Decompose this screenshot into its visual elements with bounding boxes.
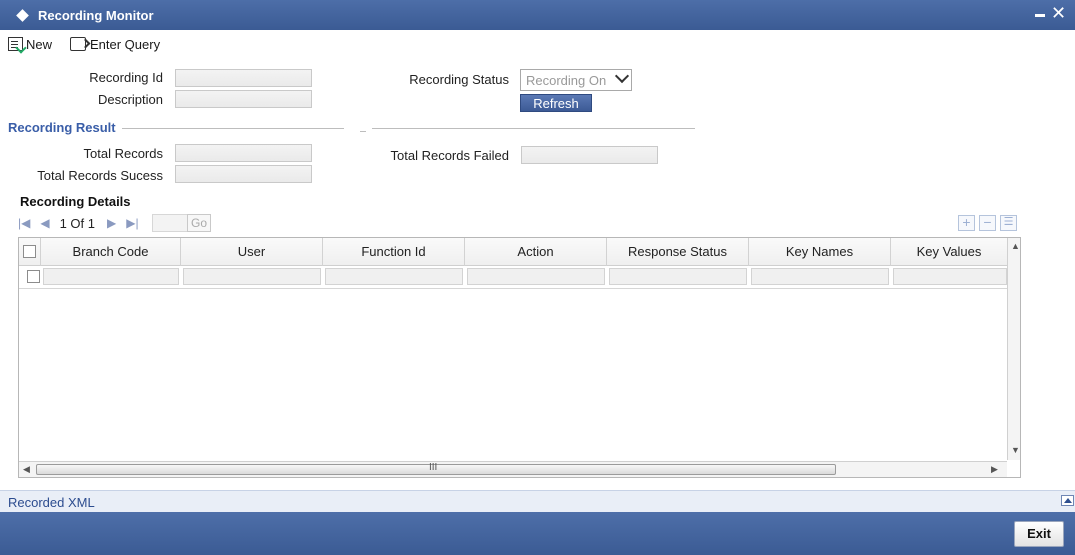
recording-details-grid: Branch Code User Function Id Action Resp… bbox=[18, 237, 1021, 478]
pager: |◀ ◀ 1 Of 1 ▶ ▶| bbox=[18, 214, 139, 232]
recording-id-label: Recording Id bbox=[89, 70, 163, 85]
recorded-xml-link[interactable]: Recorded XML bbox=[8, 495, 95, 510]
last-page-icon[interactable]: ▶| bbox=[126, 216, 138, 230]
toolbar: New Enter Query bbox=[0, 34, 300, 54]
description-field[interactable] bbox=[175, 90, 312, 108]
close-icon[interactable]: ✕ bbox=[1051, 3, 1066, 23]
section-divider-right bbox=[372, 128, 695, 129]
total-records-failed-field[interactable] bbox=[521, 146, 658, 164]
recording-status-value: Recording On bbox=[526, 73, 607, 88]
column-header-key-names[interactable]: Key Names bbox=[749, 238, 891, 266]
recording-result-title: Recording Result bbox=[8, 120, 116, 135]
branch-code-cell[interactable] bbox=[43, 268, 179, 285]
scroll-thumb[interactable]: III bbox=[36, 462, 836, 475]
vertical-scrollbar[interactable]: ▲ ▼ bbox=[1007, 238, 1020, 460]
new-icon bbox=[8, 37, 23, 51]
column-header-branch-code[interactable]: Branch Code bbox=[41, 238, 181, 266]
user-cell[interactable] bbox=[183, 268, 321, 285]
scroll-grip: III bbox=[429, 462, 438, 473]
action-cell[interactable] bbox=[467, 268, 605, 285]
description-label: Description bbox=[97, 92, 163, 107]
footer-bar: Exit bbox=[0, 512, 1075, 555]
minimize-icon[interactable] bbox=[1035, 14, 1045, 17]
row-divider bbox=[19, 288, 1007, 289]
new-button[interactable]: New bbox=[8, 34, 52, 54]
row-checkbox[interactable] bbox=[27, 270, 40, 283]
enter-query-label: Enter Query bbox=[90, 36, 161, 52]
column-header-user[interactable]: User bbox=[181, 238, 323, 266]
column-header-response-status[interactable]: Response Status bbox=[607, 238, 749, 266]
prev-page-icon[interactable]: ◀ bbox=[40, 216, 49, 230]
scroll-left-icon[interactable]: ◀ bbox=[23, 464, 30, 475]
column-header-key-values[interactable]: Key Values bbox=[891, 238, 1007, 266]
scroll-up-icon[interactable]: ▲ bbox=[1011, 241, 1020, 251]
column-header-function-id[interactable]: Function Id bbox=[323, 238, 465, 266]
enter-query-icon bbox=[70, 37, 86, 51]
total-records-success-label: Total Records Sucess bbox=[37, 168, 163, 183]
scroll-down-icon[interactable]: ▼ bbox=[1011, 445, 1020, 455]
window-title: Recording Monitor bbox=[38, 8, 154, 23]
enter-query-button[interactable]: Enter Query bbox=[70, 34, 160, 54]
next-page-icon[interactable]: ▶ bbox=[107, 216, 116, 230]
scroll-right-icon[interactable]: ▶ bbox=[991, 464, 998, 475]
key-values-cell[interactable] bbox=[893, 268, 1007, 285]
new-label: New bbox=[26, 36, 53, 52]
select-all-checkbox[interactable] bbox=[23, 245, 36, 258]
key-names-cell[interactable] bbox=[751, 268, 889, 285]
app-diamond-icon bbox=[16, 9, 29, 22]
section-divider-left bbox=[122, 128, 344, 129]
recording-status-select[interactable]: Recording On bbox=[520, 68, 632, 91]
chevron-down-icon bbox=[614, 68, 630, 84]
recorded-xml-bar: Recorded XML bbox=[0, 490, 1075, 512]
add-row-icon[interactable]: + bbox=[958, 215, 975, 231]
recording-details-title: Recording Details bbox=[20, 194, 131, 209]
go-button[interactable]: Go bbox=[187, 214, 211, 232]
delete-row-icon[interactable]: − bbox=[979, 215, 996, 231]
function-id-cell[interactable] bbox=[325, 268, 463, 285]
total-records-failed-label: Total Records Failed bbox=[390, 148, 510, 163]
grid-header: Branch Code User Function Id Action Resp… bbox=[19, 238, 1007, 266]
first-page-icon[interactable]: |◀ bbox=[18, 216, 30, 230]
column-header-action[interactable]: Action bbox=[465, 238, 607, 266]
horizontal-scrollbar[interactable]: ◀ III ▶ bbox=[19, 461, 1007, 477]
response-status-cell[interactable] bbox=[609, 268, 747, 285]
select-all-cell bbox=[19, 238, 41, 266]
recording-status-label: Recording Status bbox=[409, 72, 509, 87]
exit-button[interactable]: Exit bbox=[1014, 521, 1064, 547]
recording-id-field[interactable] bbox=[175, 69, 312, 87]
total-records-success-field[interactable] bbox=[175, 165, 312, 183]
single-view-icon[interactable]: ☰ bbox=[1000, 215, 1017, 231]
window-titlebar: Recording Monitor ✕ bbox=[0, 0, 1075, 30]
expand-collapse-icon[interactable] bbox=[1061, 495, 1074, 506]
section-divider-dash bbox=[360, 131, 366, 132]
refresh-button[interactable]: Refresh bbox=[520, 94, 592, 112]
page-indicator: 1 Of 1 bbox=[59, 215, 96, 231]
total-records-field[interactable] bbox=[175, 144, 312, 162]
total-records-label: Total Records bbox=[83, 146, 163, 161]
